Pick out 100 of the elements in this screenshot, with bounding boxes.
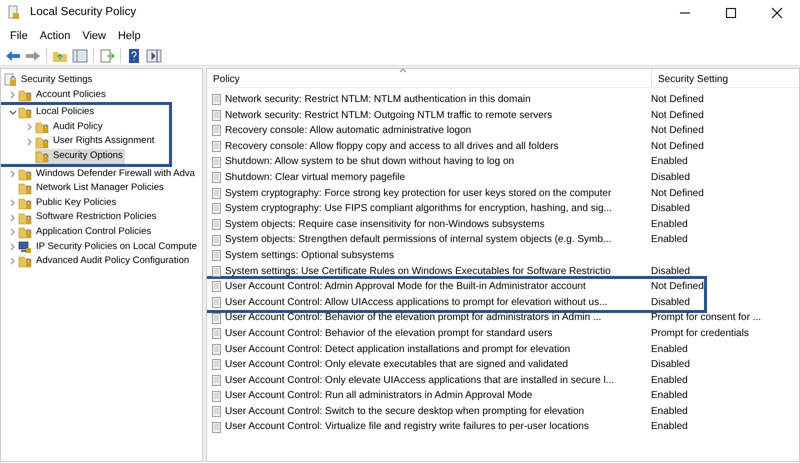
policy-name: User Account Control: Allow UIAccess applications to prompt for elevation without us...	[225, 296, 608, 310]
policy-document-icon	[211, 249, 223, 262]
setting-value: Not Defined	[651, 281, 704, 292]
setting-value: Disabled	[651, 203, 690, 214]
window-title: Local Security Policy	[30, 5, 138, 20]
chevron-right-icon[interactable]	[9, 90, 16, 99]
policy-name: User Account Control: Only elevate UIAccess applications that are installed in secure l...	[225, 374, 614, 388]
tree-item[interactable]: Security Options	[35, 148, 125, 164]
setting-value: Enabled	[651, 344, 688, 354]
policy-name: System cryptography: Force strong key protection for user keys stored on the computer	[225, 186, 612, 201]
tree-item[interactable]: Windows Defender Firewall with Adva	[18, 166, 197, 182]
setting-value: Enabled	[651, 374, 688, 386]
setting-value: Not Defined	[651, 125, 704, 136]
folder-lock-icon	[18, 254, 32, 268]
column-header[interactable]: Policy	[207, 69, 651, 87]
setting-value: Enabled	[651, 234, 688, 246]
policy-document-icon	[211, 358, 223, 372]
policy-document-icon	[211, 140, 223, 154]
column-header[interactable]: Security Setting	[651, 69, 747, 87]
policy-document-icon	[211, 390, 223, 403]
policy-name: System settings: Optional subsystems	[225, 248, 394, 263]
policy-document-icon	[211, 405, 223, 418]
chevron-right-icon[interactable]	[9, 214, 16, 222]
computer-lock-icon	[18, 240, 32, 254]
folder-lock-icon	[35, 134, 49, 149]
tree-item[interactable]: Audit Policy	[35, 120, 105, 134]
setting-value: Enabled	[651, 156, 688, 168]
policy-name: System objects: Require case insensitivity for non-Windows subsystems	[225, 218, 545, 232]
policy-document-icon	[211, 296, 223, 310]
tree-item[interactable]: IP Security Policies on Local Compute	[18, 240, 199, 254]
menu-item[interactable]: View	[76, 26, 112, 46]
tree-item[interactable]: Software Restriction Policies	[18, 210, 158, 225]
policy-name: User Account Control: Run all administrators in Admin Approval Mode	[225, 389, 532, 404]
policy-document-icon	[211, 312, 223, 325]
tree-item[interactable]: Local Policies	[18, 105, 96, 120]
setting-value: Enabled	[651, 406, 688, 417]
setting-value: Not Defined	[651, 94, 704, 105]
policy-name: User Account Control: Switch to the secure desktop when prompting for elevation	[225, 404, 584, 419]
policy-name: System settings: Use Certificate Rules on Windows Executables for Software Restrictio	[225, 264, 611, 279]
tree-item[interactable]: Advanced Audit Policy Configuration	[18, 254, 192, 269]
tree-item[interactable]: User Rights Assignment	[35, 134, 156, 149]
chevron-right-icon[interactable]	[26, 123, 33, 132]
policy-name: System cryptography: Use FIPS compliant algorithms for encryption, hashing, and sig...	[225, 202, 612, 216]
policy-name: Recovery console: Allow floppy copy and access to all drives and all folders	[225, 140, 559, 154]
action-pane-icon[interactable]	[144, 46, 164, 64]
tree-item[interactable]: Application Control Policies	[18, 224, 154, 240]
folder-lock-icon	[35, 120, 49, 134]
policy-document-icon	[211, 171, 223, 184]
setting-value: Disabled	[651, 359, 690, 370]
maximize-icon[interactable]	[723, 5, 739, 21]
policy-document-icon	[211, 234, 223, 247]
policy-book-icon	[3, 73, 17, 88]
policy-document-icon	[211, 124, 223, 138]
setting-value: Not Defined	[651, 110, 704, 121]
setting-value: Disabled	[651, 296, 690, 308]
tree-item[interactable]: Public Key Policies	[18, 196, 118, 210]
pane-toggle-icon[interactable]	[70, 46, 90, 64]
setting-value: Prompt for credentials	[651, 328, 749, 339]
setting-value: Disabled	[651, 172, 690, 183]
policy-document-icon	[211, 342, 223, 356]
policy-name: User Account Control: Only elevate executables that are signed and validated	[225, 358, 568, 372]
setting-value: Prompt for consent for ...	[651, 312, 762, 324]
folder-lock-icon	[18, 210, 32, 225]
setting-value: Disabled	[651, 266, 690, 277]
tree-item[interactable]: Network List Manager Policies	[18, 181, 166, 196]
policy-document-icon	[211, 156, 223, 169]
chevron-right-icon[interactable]	[9, 170, 16, 178]
folder-lock-icon	[35, 149, 49, 164]
menu-item[interactable]: Help	[112, 26, 147, 46]
folder-lock-icon	[18, 105, 32, 120]
setting-value: Enabled	[651, 421, 688, 432]
policy-document-icon	[211, 186, 223, 200]
policy-name: User Account Control: Virtualize file and registry write failures to per-user locations	[225, 420, 589, 434]
policy-name: Shutdown: Clear virtual memory pagefile	[225, 170, 406, 185]
chevron-right-icon[interactable]	[9, 228, 16, 236]
menu-item[interactable]: File	[4, 26, 34, 46]
folder-lock-icon	[18, 166, 32, 181]
folder-lock-icon	[18, 88, 32, 102]
policy-document-icon	[211, 218, 223, 232]
policy-name: System objects: Strengthen default permissions of internal system objects (e.g. Symb...	[225, 233, 612, 248]
policy-document-icon	[211, 420, 223, 434]
policy-document-icon	[211, 108, 223, 122]
chevron-right-icon[interactable]	[9, 199, 16, 208]
app-icon	[6, 5, 22, 21]
policy-name: User Account Control: Behavior of the elevation prompt for administrators in Admin ...	[225, 311, 602, 326]
menu-item[interactable]: Action	[34, 26, 76, 46]
policy-document-icon	[211, 93, 223, 106]
tree-item[interactable]: Account Policies	[18, 88, 108, 102]
policy-name: Recovery console: Allow automatic administrative logon	[225, 124, 472, 138]
policy-document-icon	[211, 202, 223, 216]
folder-lock-icon	[18, 181, 32, 196]
policy-name: Network security: Restrict NTLM: NTLM authentication in this domain	[225, 93, 531, 107]
close-icon[interactable]	[769, 5, 785, 21]
policy-document-icon	[211, 280, 223, 294]
chevron-right-icon[interactable]	[26, 138, 33, 146]
policy-name: User Account Control: Admin Approval Mode for the Built-in Administrator account	[225, 280, 586, 294]
chevron-down-icon[interactable]	[8, 108, 16, 116]
tree-item[interactable]: Security Settings	[3, 73, 94, 88]
chevron-right-icon[interactable]	[9, 257, 16, 266]
chevron-right-icon[interactable]	[9, 242, 16, 251]
